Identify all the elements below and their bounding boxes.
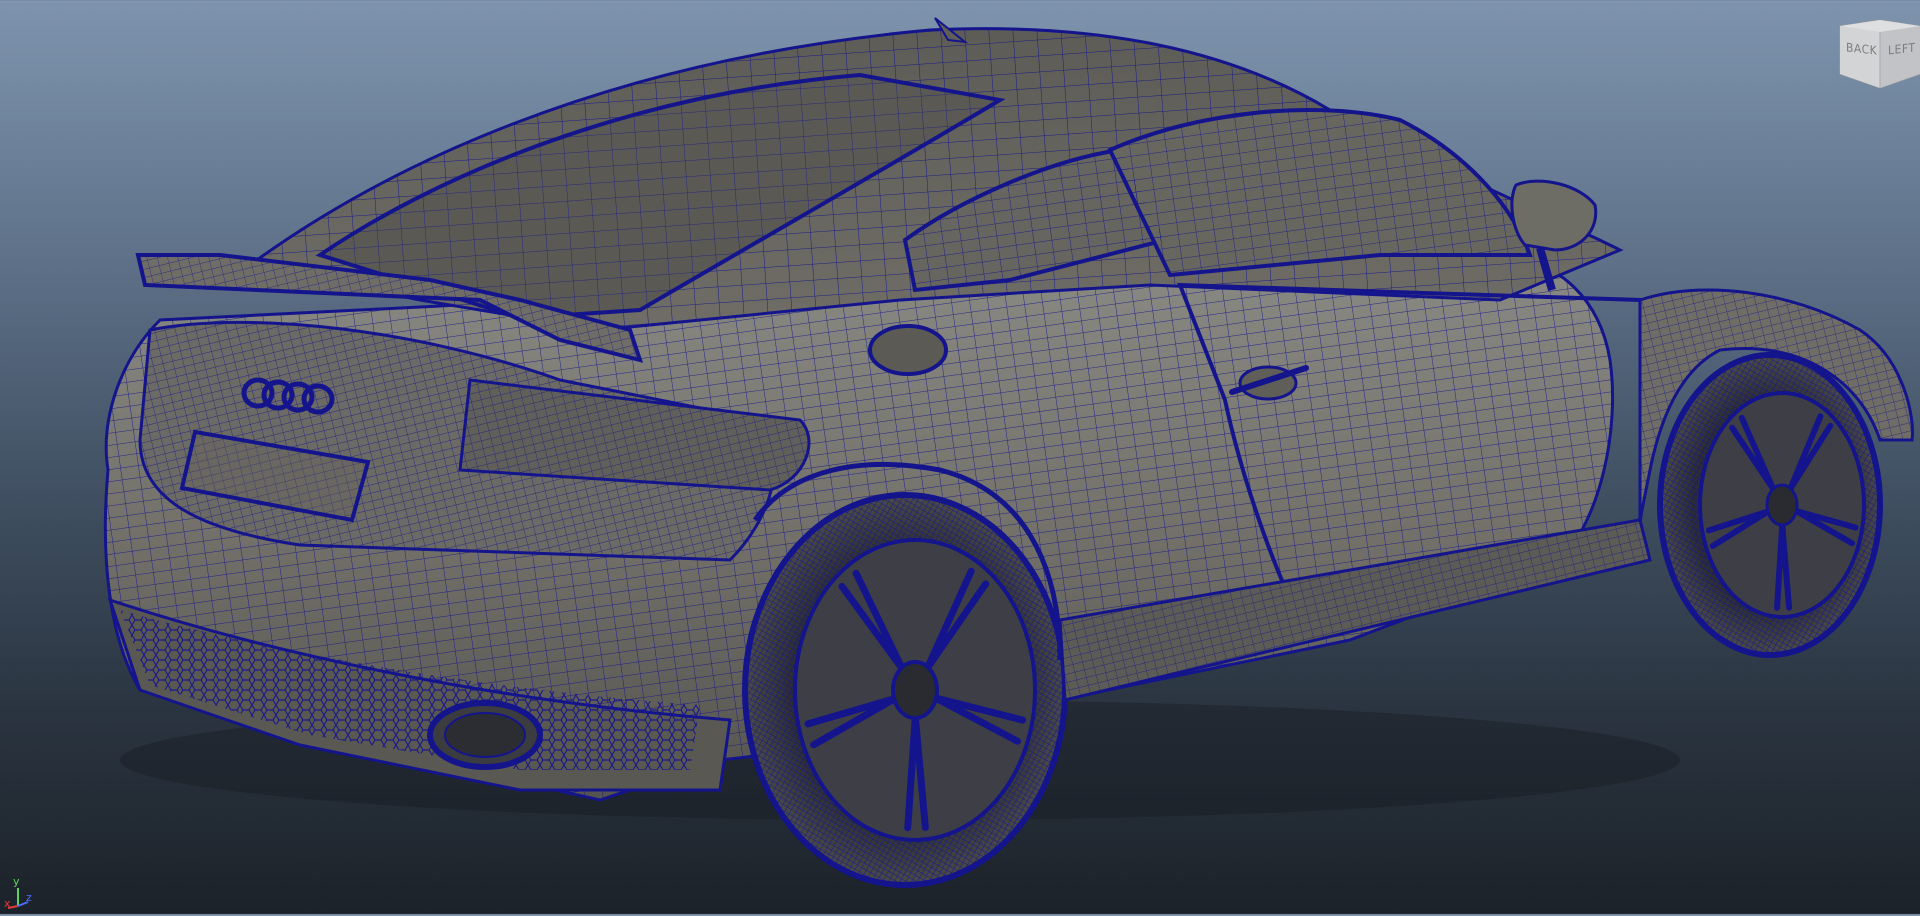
view-cube-left-face[interactable]: LEFT (1888, 41, 1915, 58)
fuel-cap (868, 324, 948, 376)
axis-x-label: x (4, 897, 11, 910)
axis-y-label: y (13, 875, 20, 888)
3d-viewport[interactable]: BACK LEFT y x z (0, 0, 1920, 914)
view-cube[interactable]: BACK LEFT (1838, 16, 1920, 92)
axis-z-label: z (26, 891, 32, 904)
car-wireframe-model[interactable] (0, 0, 1920, 914)
front-wheel[interactable] (1657, 352, 1883, 658)
axis-gizmo: y x z (4, 868, 40, 912)
rear-wheel[interactable] (742, 492, 1068, 888)
